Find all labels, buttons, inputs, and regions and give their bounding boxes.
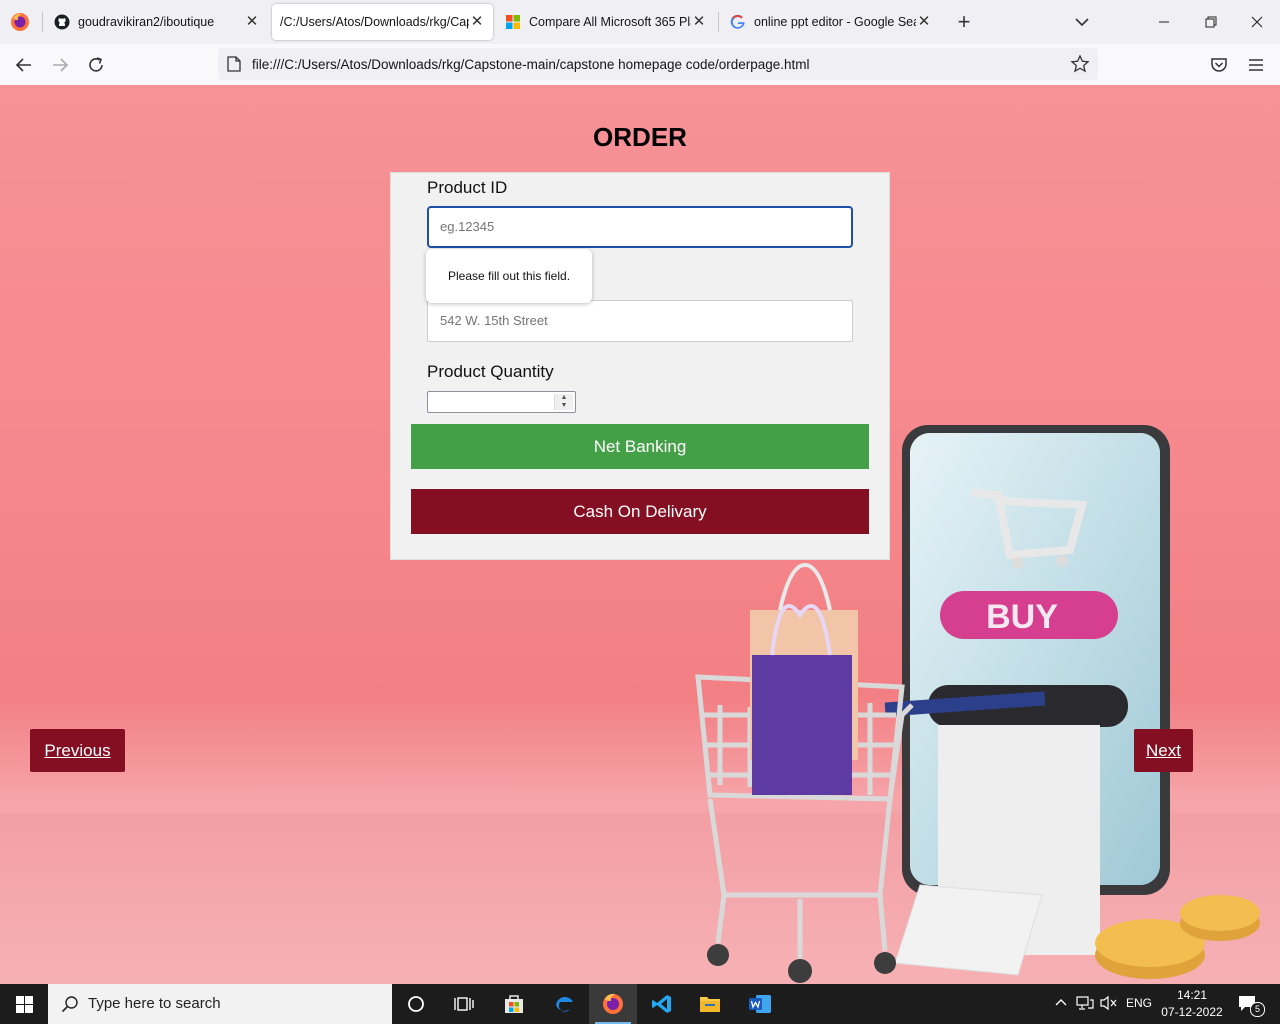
app-menu-hamburger-icon[interactable] — [1244, 54, 1268, 76]
spin-arrows-icon[interactable]: ▲ ▼ — [554, 394, 573, 410]
cash-on-delivery-button[interactable]: Cash On Delivary — [411, 489, 869, 534]
edge-browser-icon[interactable] — [540, 984, 588, 1024]
product-quantity-stepper[interactable]: ▲ ▼ — [427, 391, 576, 413]
product-id-input[interactable]: eg.12345 — [427, 206, 853, 248]
tab-google[interactable]: online ppt editor - Google Searc ✕ — [722, 4, 940, 40]
close-tab-icon[interactable]: ✕ — [916, 14, 932, 30]
tab-title: online ppt editor - Google Searc — [754, 15, 916, 29]
tab-title: goudravikiran2/iboutique — [78, 15, 215, 29]
tab-separator — [718, 12, 719, 32]
previous-button[interactable]: Previous — [30, 729, 125, 772]
forward-arrow-icon[interactable] — [48, 54, 72, 76]
close-tab-icon[interactable]: ✕ — [691, 14, 707, 30]
url-text: file:///C:/Users/Atos/Downloads/rkg/Caps… — [252, 57, 810, 72]
close-tab-icon[interactable]: ✕ — [469, 14, 485, 30]
cortana-circle-icon[interactable] — [392, 984, 440, 1024]
search-placeholder: Type here to search — [88, 995, 221, 1012]
url-bar[interactable]: file:///C:/Users/Atos/Downloads/rkg/Caps… — [218, 48, 1098, 80]
taskbar-clock[interactable]: 14:21 07-12-2022 — [1160, 987, 1224, 1021]
windows-taskbar: Type here to search ENG 14:21 07-12-2022… — [0, 984, 1280, 1024]
tab-microsoft[interactable]: Compare All Microsoft 365 Plan ✕ — [497, 4, 715, 40]
bookmark-star-icon[interactable] — [1070, 54, 1090, 74]
close-window-icon[interactable] — [1234, 8, 1280, 36]
tab-title: Compare All Microsoft 365 Plan — [529, 15, 691, 29]
restore-window-icon[interactable] — [1188, 8, 1234, 36]
pocket-icon[interactable] — [1207, 54, 1231, 76]
tab-orderpage[interactable]: /C:/Users/Atos/Downloads/rkg/Cap ✕ — [272, 4, 493, 40]
windows-start-icon[interactable] — [0, 984, 48, 1024]
tab-title: /C:/Users/Atos/Downloads/rkg/Cap — [280, 15, 469, 29]
clock-date: 07-12-2022 — [1161, 1005, 1223, 1019]
search-icon — [61, 996, 78, 1013]
product-id-label: Product ID — [427, 178, 508, 197]
product-quantity-label: Product Quantity — [427, 362, 554, 381]
back-arrow-icon[interactable] — [12, 54, 36, 76]
task-view-icon[interactable] — [440, 984, 488, 1024]
microsoft-store-icon[interactable] — [490, 984, 538, 1024]
file-explorer-icon[interactable] — [686, 984, 734, 1024]
google-icon — [730, 14, 746, 30]
page-title: ORDER — [593, 122, 687, 152]
page-document-icon — [227, 56, 241, 72]
minimize-window-icon[interactable] — [1141, 8, 1187, 36]
address-input[interactable]: 542 W. 15th Street — [427, 300, 853, 342]
taskbar-search-box[interactable]: Type here to search — [48, 984, 392, 1024]
validation-tooltip: Please fill out this field. — [426, 249, 592, 303]
network-icon[interactable] — [1076, 995, 1094, 1014]
browser-navigation-bar: file:///C:/Users/Atos/Downloads/rkg/Caps… — [0, 44, 1280, 86]
tab-separator — [42, 12, 43, 32]
list-all-tabs-chevron-icon[interactable] — [1072, 12, 1092, 32]
github-icon — [54, 14, 70, 30]
microsoft-icon — [505, 14, 521, 30]
show-hidden-icons-chevron-icon[interactable] — [1054, 995, 1068, 1012]
word-icon[interactable] — [736, 984, 784, 1024]
tab-github[interactable]: goudravikiran2/iboutique ✕ — [46, 4, 268, 40]
browser-tab-bar: goudravikiran2/iboutique ✕ /C:/Users/Ato… — [0, 0, 1280, 44]
vscode-icon[interactable] — [638, 984, 686, 1024]
notification-center-icon[interactable]: 5 — [1238, 994, 1265, 1017]
reload-icon[interactable] — [84, 54, 108, 76]
new-tab-plus-icon[interactable]: + — [954, 11, 974, 33]
volume-muted-icon[interactable] — [1100, 995, 1118, 1014]
firefox-taskbar-icon[interactable] — [589, 984, 637, 1024]
clock-time: 14:21 — [1176, 988, 1208, 1002]
language-indicator[interactable]: ENG — [1126, 996, 1152, 1010]
next-button[interactable]: Next — [1134, 729, 1193, 772]
firefox-menu-icon[interactable] — [10, 12, 30, 32]
net-banking-button[interactable]: Net Banking — [411, 424, 869, 469]
close-tab-icon[interactable]: ✕ — [244, 14, 260, 30]
order-form: Product ID eg.12345 542 W. 15th Street P… — [390, 172, 890, 560]
notification-count-badge: 5 — [1250, 1002, 1265, 1017]
buy-sign-text: BUY — [986, 598, 1058, 636]
order-page: BUY ORDER Product ID eg.12345 542 W. 15t… — [0, 85, 1280, 984]
